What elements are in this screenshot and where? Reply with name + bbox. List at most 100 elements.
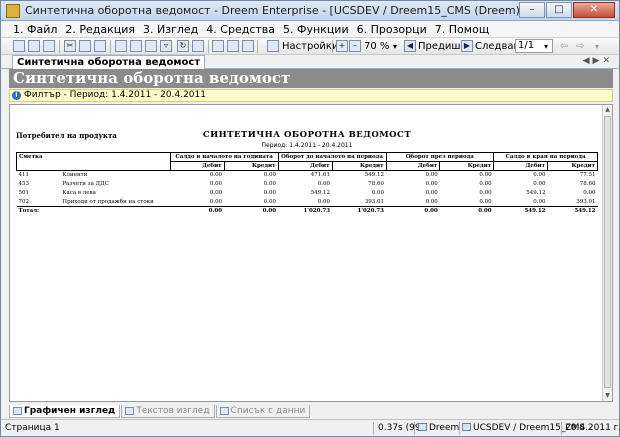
paste-icon[interactable] xyxy=(94,40,106,52)
total-cell: 549.12 xyxy=(493,206,548,216)
chart-icon[interactable] xyxy=(227,40,239,52)
value-cell: 0.00 xyxy=(479,198,492,205)
open-folder-icon[interactable] xyxy=(28,40,40,52)
filter-icon[interactable]: ▿ xyxy=(160,40,172,52)
filter-text: Филтър - Период: 1.4.2011 - 20.4.2011 xyxy=(24,90,206,100)
report-period: Период: 1.4.2011 - 20.4.2011 xyxy=(261,142,353,149)
new-document-icon[interactable] xyxy=(13,40,25,52)
tab-nav-controls[interactable]: ◀▶✕ xyxy=(583,56,613,66)
grid-icon[interactable] xyxy=(242,40,254,52)
value-cell: 0.00 xyxy=(583,190,596,196)
app-icon xyxy=(418,423,427,431)
copy-icon[interactable] xyxy=(79,40,91,52)
value-cell: 0.00 xyxy=(425,172,438,179)
column-header-group: Салдо в началото на годината xyxy=(169,152,279,162)
report-title: СИНТЕТИЧНА ОБОРОТНА ВЕДОМОСТ xyxy=(202,130,412,140)
layout-icon[interactable] xyxy=(212,40,224,52)
settings-icon[interactable] xyxy=(267,40,279,52)
account-name: Клиенти xyxy=(62,172,88,179)
page-title: Синтетична оборотна ведомост xyxy=(9,69,613,88)
scroll-up-icon[interactable]: ▲ xyxy=(603,105,612,115)
column-header-credit: Кредит xyxy=(547,161,598,171)
zoom-select[interactable]: 70 % xyxy=(364,39,389,54)
graphic-view-icon xyxy=(13,407,22,415)
status-date: 20.4.2011 г. xyxy=(565,423,620,433)
account-name: Приходи от продажби на стоки xyxy=(62,198,154,205)
tab-data-list[interactable]: Списък с данни xyxy=(215,405,311,418)
menu-tools[interactable]: 4. Средства xyxy=(202,21,279,37)
minimize-icon[interactable]: – xyxy=(519,2,545,18)
next-page-icon[interactable]: ▶ xyxy=(461,40,473,52)
table-icon[interactable] xyxy=(145,40,157,52)
forward-arrow-icon[interactable]: ⇨ xyxy=(576,39,584,54)
account-code: 411 xyxy=(18,172,30,179)
column-header-account: Сметка xyxy=(16,152,171,162)
cut-icon[interactable]: ✂ xyxy=(64,40,76,52)
value-cell: 0.00 xyxy=(425,181,438,187)
text-view-icon xyxy=(125,407,135,415)
value-cell: 549.12 xyxy=(364,172,385,179)
export-icon[interactable] xyxy=(192,40,204,52)
status-page: Страница 1 xyxy=(5,423,60,433)
save-icon[interactable] xyxy=(43,40,55,52)
menu-help[interactable]: 7. Помощ xyxy=(431,21,493,37)
previous-page-icon[interactable]: ◀ xyxy=(404,40,416,52)
zoom-out-icon[interactable]: – xyxy=(349,40,361,52)
print-icon[interactable] xyxy=(115,40,127,52)
status-app-label: Dreem xyxy=(429,423,460,433)
value-cell: 549.12 xyxy=(526,190,546,196)
value-cell: 78.60 xyxy=(368,181,385,187)
vertical-scrollbar[interactable]: ▲ ▼ xyxy=(602,105,612,401)
window-controls: – □ ✕ xyxy=(519,2,615,18)
table-subheader-row: Дебит Кредит Дебит Кредит Дебит Кредит Д… xyxy=(16,161,598,171)
refresh-icon[interactable]: ↻ xyxy=(177,40,189,52)
chevron-down-icon[interactable]: ▾ xyxy=(544,39,548,54)
zoom-in-icon[interactable]: + xyxy=(336,40,348,52)
chevron-down-icon[interactable]: ▾ xyxy=(595,39,599,54)
toolbar-separator xyxy=(257,40,258,53)
account-name: Каса в лева xyxy=(62,190,96,196)
total-cell: 0.00 xyxy=(170,206,225,216)
value-cell: 0.00 xyxy=(209,181,223,187)
toolbar-separator xyxy=(59,40,60,53)
menu-windows[interactable]: 6. Прозорци xyxy=(353,21,431,37)
value-cell: 0.00 xyxy=(533,181,546,187)
total-cell: 0.00 xyxy=(386,206,440,216)
value-cell: 0.00 xyxy=(371,190,385,196)
scroll-down-icon[interactable]: ▼ xyxy=(603,391,612,401)
column-header-debit: Дебит xyxy=(385,161,441,171)
menu-view[interactable]: 3. Изглед xyxy=(139,21,202,37)
tab-document[interactable]: Синтетична оборотна ведомост xyxy=(12,55,206,69)
data-list-icon xyxy=(219,407,229,415)
value-cell: 0.00 xyxy=(209,190,223,196)
close-icon[interactable]: ✕ xyxy=(573,2,615,18)
total-cell: 0.00 xyxy=(439,206,494,216)
account-code: 453 xyxy=(18,181,30,187)
menu-edit[interactable]: 2. Редакция xyxy=(61,21,139,37)
chevron-down-icon[interactable]: ▾ xyxy=(393,39,397,54)
info-icon: i xyxy=(12,91,21,100)
value-cell: 0.00 xyxy=(263,198,277,205)
column-header-group: Оборот през периода xyxy=(385,152,495,162)
print-preview-icon[interactable] xyxy=(130,40,142,52)
tab-graphic-view[interactable]: Графичен изглед xyxy=(9,405,121,418)
value-cell: 0.00 xyxy=(263,181,277,187)
value-cell: 0.00 xyxy=(317,198,331,205)
value-cell: 77.51 xyxy=(579,172,596,179)
menu-file[interactable]: 1. Файл xyxy=(9,21,61,37)
menu-functions[interactable]: 5. Функции xyxy=(279,21,353,37)
account-code: 501 xyxy=(18,190,30,196)
total-blank xyxy=(60,206,171,216)
back-arrow-icon[interactable]: ⇦ xyxy=(560,39,568,54)
column-header-debit: Дебит xyxy=(493,161,549,171)
value-cell: 393.01 xyxy=(364,198,385,205)
tab-text-view[interactable]: Текстов изглед xyxy=(121,405,215,418)
report-viewer[interactable]: Потребител на продукта СИНТЕТИЧНА ОБОРОТ… xyxy=(9,104,613,402)
value-cell: 0.00 xyxy=(317,181,331,187)
scrollbar-thumb[interactable] xyxy=(604,116,611,388)
filter-bar[interactable]: i Филтър - Период: 1.4.2011 - 20.4.2011 xyxy=(9,89,613,102)
maximize-icon[interactable]: □ xyxy=(546,2,572,18)
tab-label: Текстов изглед xyxy=(136,406,210,416)
column-header-group: Оборот до началото на периода xyxy=(277,152,387,162)
value-cell: 0.00 xyxy=(263,172,277,179)
